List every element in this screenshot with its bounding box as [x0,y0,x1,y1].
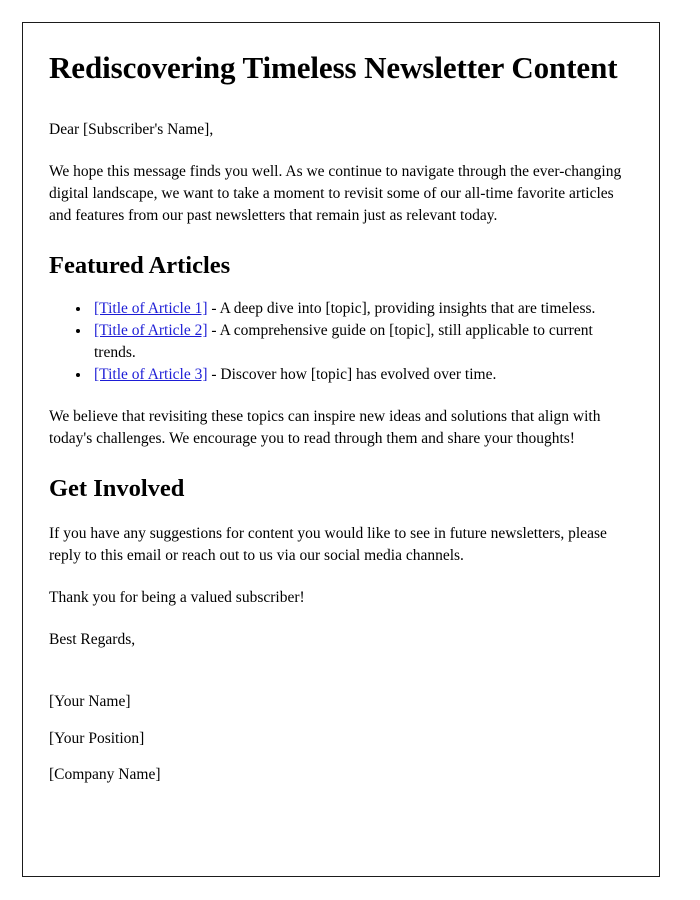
featured-closing-paragraph: We believe that revisiting these topics … [49,407,601,447]
article-link-2[interactable]: [Title of Article 2] [94,322,208,339]
get-involved-paragraph: If you have any suggestions for content … [49,525,607,565]
document-page: Rediscovering Timeless Newsletter Conten… [22,22,660,877]
sign-off-text: Best Regards, [49,631,136,649]
signature-company: [Company Name] [49,766,161,784]
article-link-3[interactable]: [Title of Article 3] [94,366,208,383]
salutation-text: Dear [Subscriber's Name], [49,120,214,138]
article-link-1[interactable]: [Title of Article 1] [94,300,208,317]
featured-articles-heading: Featured Articles [49,252,231,280]
list-item: [Title of Article 2] - A comprehensive g… [91,320,627,364]
list-item: [Title of Article 3] - Discover how [top… [91,364,627,386]
document-content: Rediscovering Timeless Newsletter Conten… [23,23,659,803]
list-item: [Title of Article 1] - A deep dive into … [91,298,627,320]
signature-block: [Your Name] [Your Position] [Company Nam… [49,675,627,803]
get-involved-heading: Get Involved [49,474,185,502]
featured-articles-list: [Title of Article 1] - A deep dive into … [49,298,627,386]
signature-name: [Your Name] [49,693,131,711]
intro-paragraph: We hope this message finds you well. As … [49,163,622,225]
signature-position: [Your Position] [49,729,145,747]
article-description-3: - Discover how [topic] has evolved over … [207,365,497,383]
thank-you-paragraph: Thank you for being a valued subscriber! [49,589,305,607]
page-title: Rediscovering Timeless Newsletter Conten… [49,50,618,85]
article-description-1: - A deep dive into [topic], providing in… [207,299,596,317]
